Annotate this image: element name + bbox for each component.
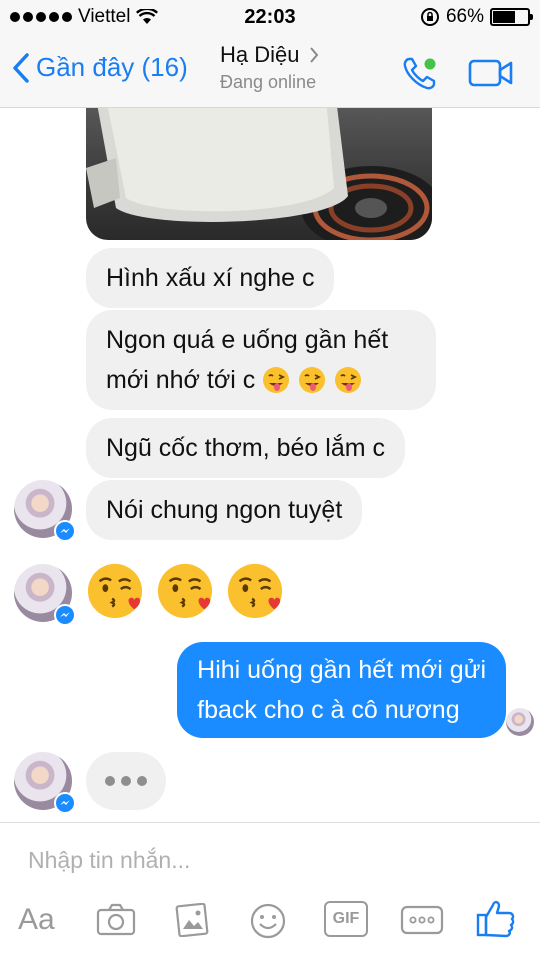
sticker-icon[interactable] [250, 903, 286, 939]
contact-info[interactable]: Hạ Diệu Đang online [220, 42, 319, 93]
gallery-icon[interactable] [174, 903, 210, 937]
contact-status: Đang online [220, 72, 317, 92]
winking-face-icon [263, 367, 290, 393]
kissing-heart-icon [87, 563, 143, 619]
status-bar: Viettel 22:03 66% [0, 0, 540, 36]
like-icon[interactable] [476, 897, 516, 939]
composer-toolbar: Aa GIF [0, 899, 540, 949]
status-right: 66% [420, 6, 533, 28]
seen-avatar [506, 708, 534, 736]
rotation-lock-icon [420, 8, 439, 26]
message-bubble-incoming[interactable]: Hình xấu xí nghe c [86, 248, 335, 308]
contact-name: Hạ Diệu [220, 42, 300, 67]
messenger-badge-icon [54, 520, 76, 542]
messenger-badge-icon [54, 792, 76, 814]
gif-label: GIF [332, 910, 360, 927]
message-text: Ngũ cốc thơm, béo lắm c [106, 434, 386, 462]
message-composer: Aa GIF [0, 822, 540, 960]
typing-indicator [86, 752, 166, 810]
chevron-right-icon [310, 47, 319, 63]
winking-face-icon [299, 367, 326, 393]
messenger-badge-icon [54, 604, 76, 626]
message-text: Nói chung ngon tuyệt [106, 496, 343, 524]
more-icon[interactable] [400, 905, 444, 935]
camera-icon[interactable] [96, 903, 136, 937]
battery-icon [490, 8, 533, 26]
back-chevron-icon [13, 52, 29, 83]
message-bubble-incoming[interactable]: Nói chung ngon tuyệt [86, 480, 363, 540]
message-text: Hihi uống gần hết mới gửi [197, 656, 486, 684]
kissing-heart-icon [227, 563, 283, 619]
aa-button[interactable]: Aa [18, 903, 55, 937]
photo-content [86, 108, 432, 240]
conversation-header: Gần đây (16) Hạ Diệu Đang online [0, 36, 540, 108]
shared-photo[interactable] [86, 108, 432, 240]
avatar[interactable] [14, 752, 76, 814]
back-button[interactable]: Gần đây (16) [12, 52, 188, 83]
message-bubble-incoming[interactable]: Ngũ cốc thơm, béo lắm c [86, 418, 406, 478]
winking-face-icon [335, 367, 362, 393]
message-text: fback cho c à cô nương [197, 696, 460, 724]
back-label: Gần đây (16) [36, 52, 188, 82]
gif-button[interactable]: GIF [324, 901, 368, 937]
emoji-message[interactable] [86, 562, 284, 620]
message-text: mới nhớ tới c [106, 366, 256, 394]
chat-area[interactable]: Hình xấu xí nghe c Ngon quá e uống gần h… [0, 108, 540, 822]
kissing-heart-icon [157, 563, 213, 619]
message-text: Hình xấu xí nghe c [106, 264, 315, 292]
avatar[interactable] [14, 480, 76, 542]
message-text: Ngon quá e uống gần hết [106, 326, 389, 354]
battery-percent: 66% [445, 6, 484, 27]
avatar[interactable] [14, 564, 76, 626]
message-input[interactable] [28, 847, 508, 874]
phone-icon[interactable] [400, 54, 440, 94]
video-icon[interactable] [468, 58, 514, 88]
message-bubble-incoming[interactable]: Ngon quá e uống gần hết mới nhớ tới c [86, 310, 436, 410]
message-bubble-outgoing[interactable]: Hihi uống gần hết mới gửi fback cho c à … [177, 642, 506, 738]
